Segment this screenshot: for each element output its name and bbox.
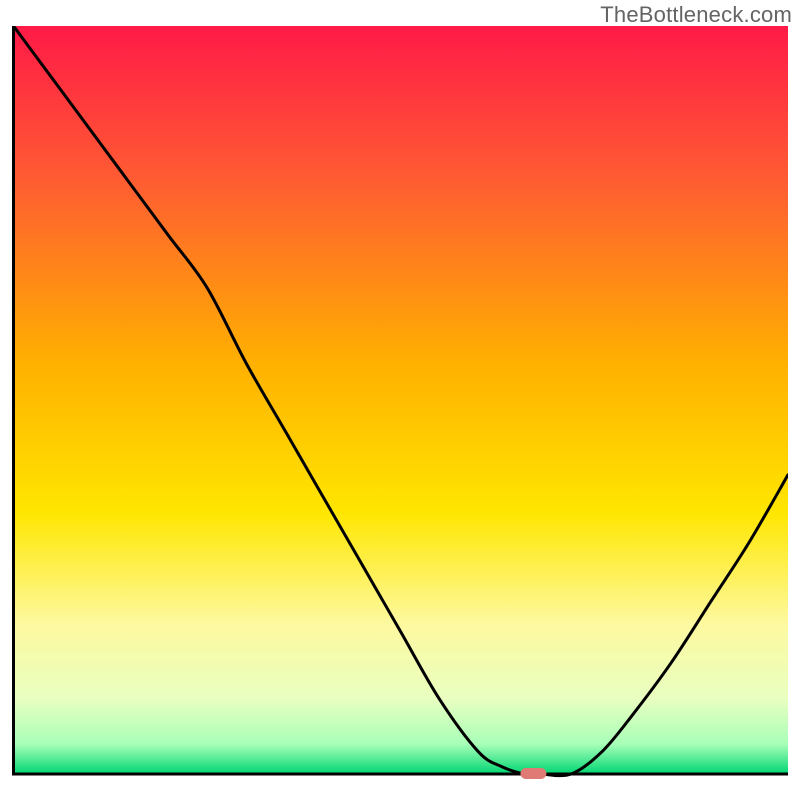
chart-container: TheBottleneck.com	[0, 0, 800, 800]
plot-area	[12, 26, 788, 788]
watermark-text: TheBottleneck.com	[600, 2, 792, 28]
chart-svg	[12, 26, 788, 788]
marker-pill	[520, 768, 546, 779]
sweet-spot-marker	[520, 768, 546, 779]
